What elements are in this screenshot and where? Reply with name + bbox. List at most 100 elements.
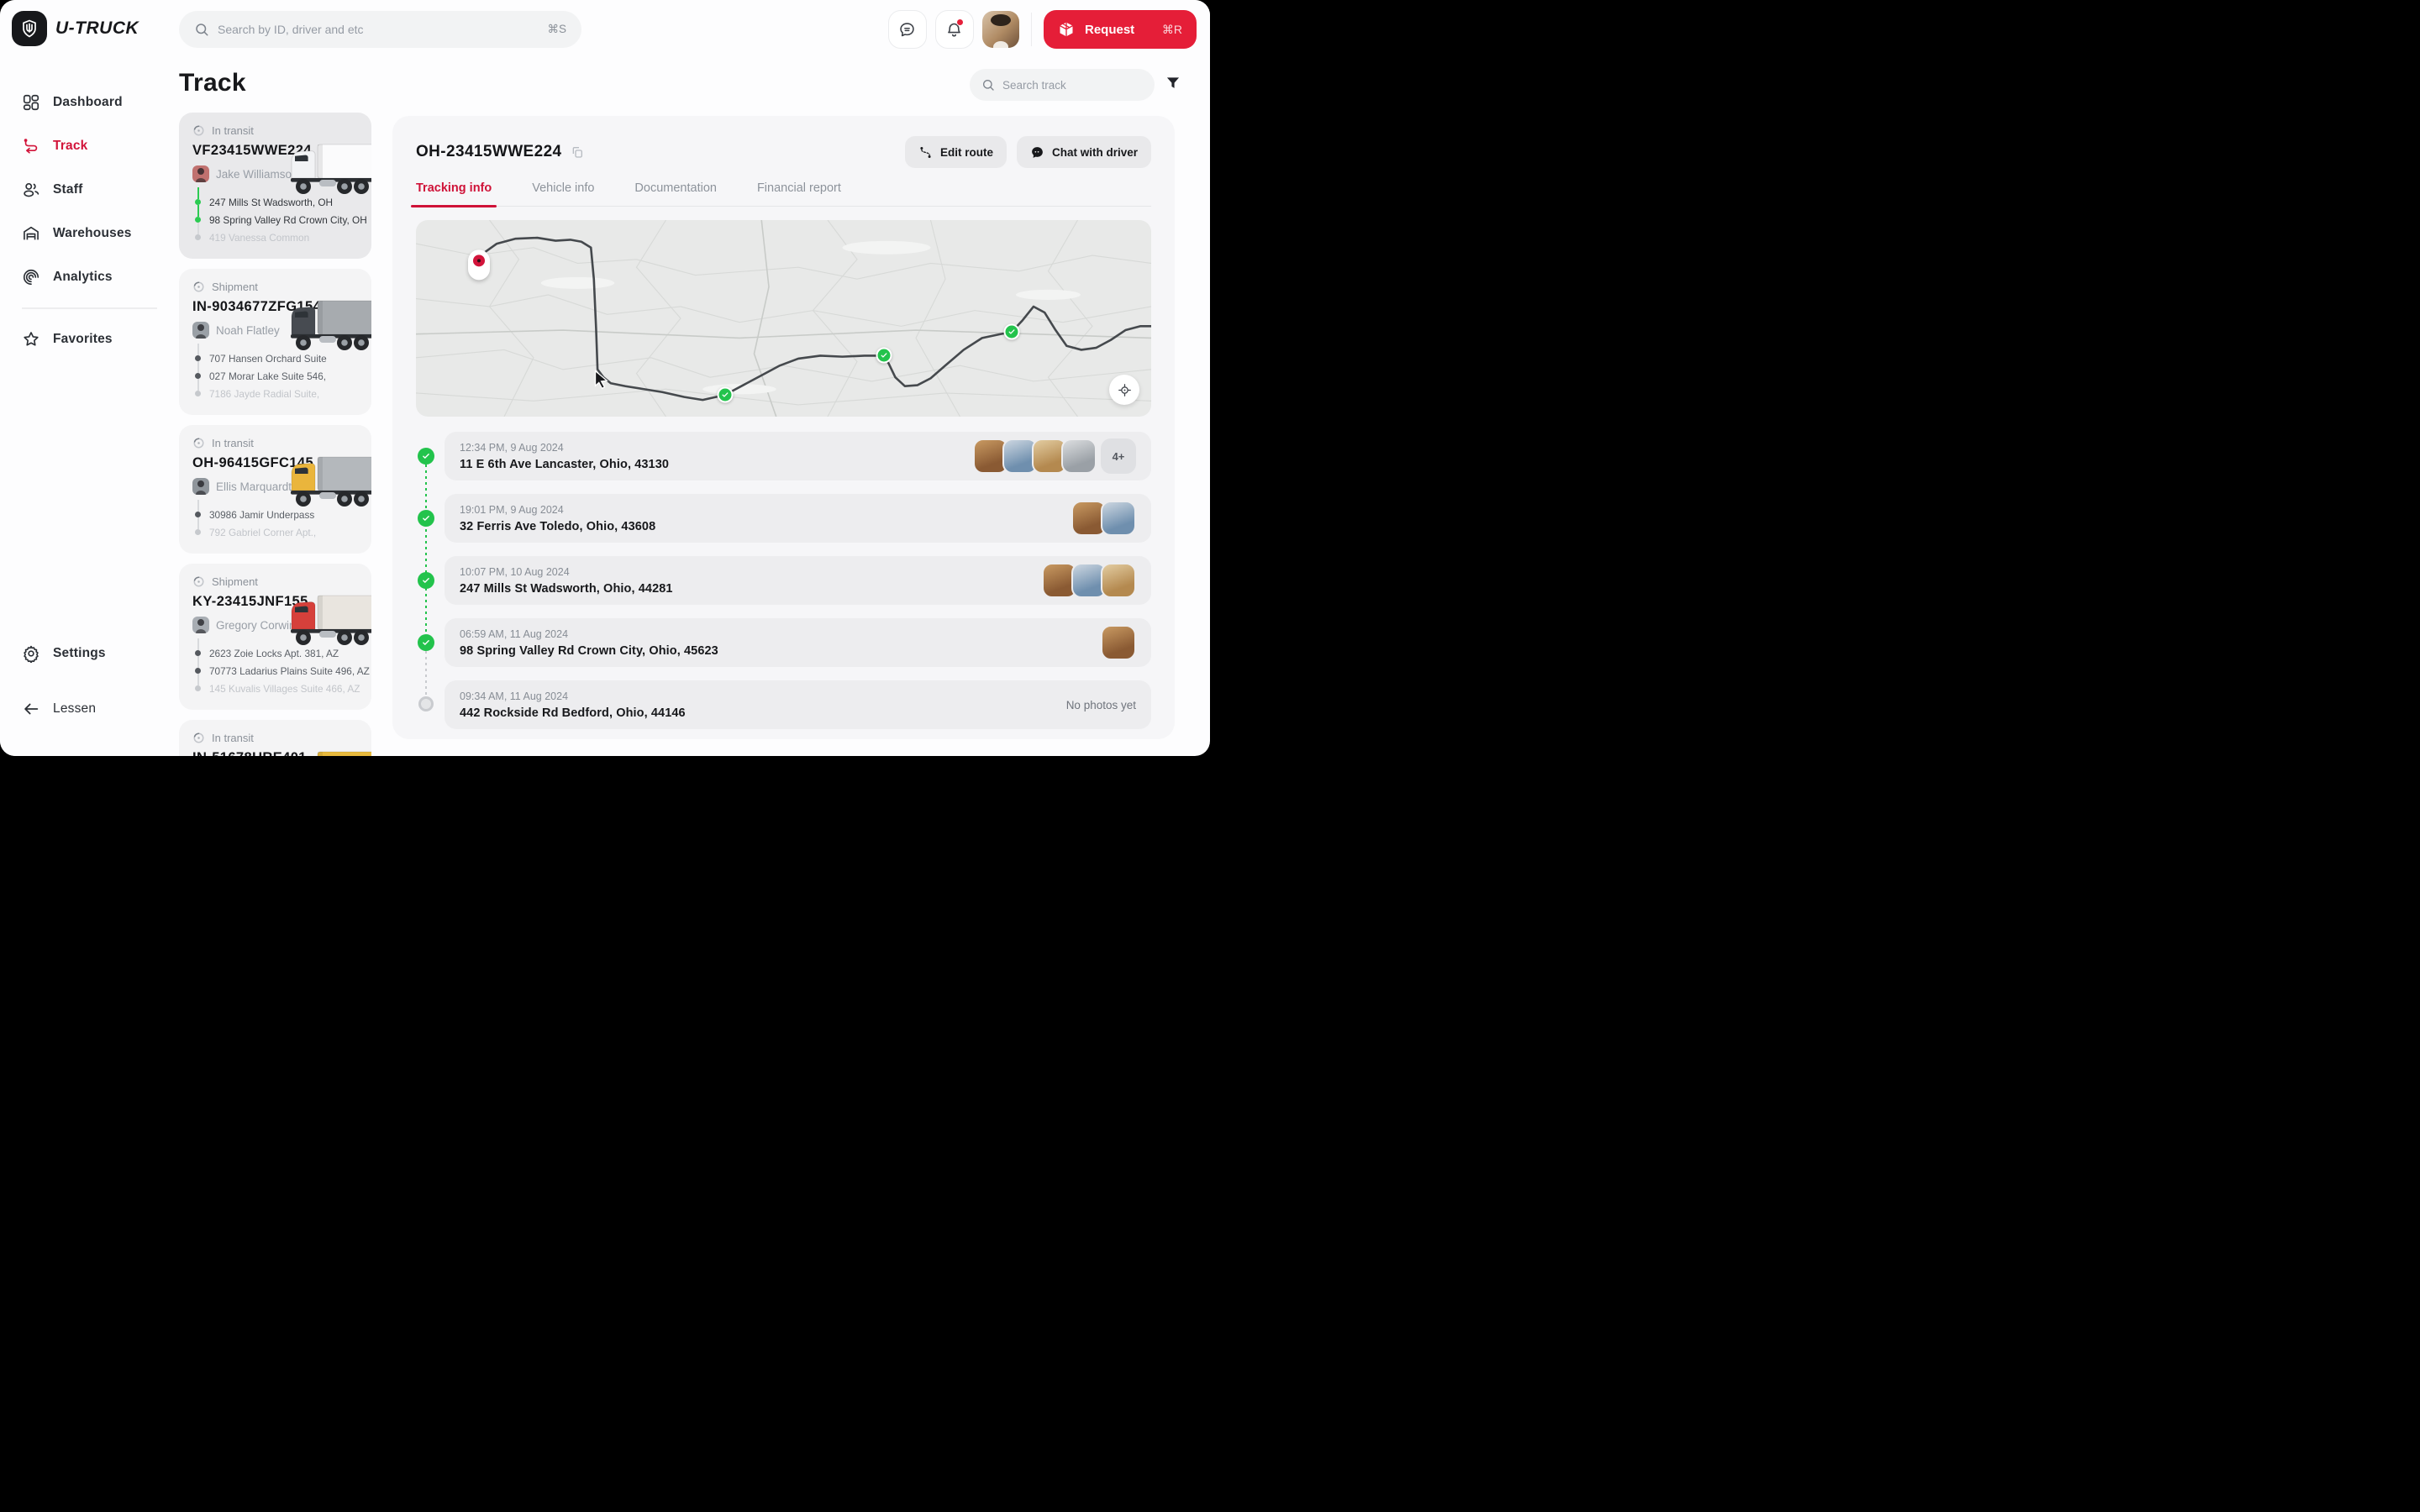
sidebar-item-label: Dashboard [53, 95, 123, 110]
detail-panel: OH-23415WWE224 Edit route Chat with driv… [392, 116, 1175, 739]
timeline-address: 247 Mills St Wadsworth, Ohio, 44281 [460, 582, 673, 596]
sidebar-item-analytics[interactable]: Analytics [0, 255, 179, 299]
sidebar-divider [22, 307, 157, 309]
sidebar-item-dashboard[interactable]: Dashboard [0, 81, 179, 124]
detail-actions: Edit route Chat with driver [905, 136, 1151, 168]
map-roads [416, 220, 1151, 417]
crosshair-icon [1118, 383, 1132, 397]
shipment-card[interactable]: Shipment IN-9034677ZFG154 Noah Flatley 7… [179, 269, 371, 415]
shipment-card[interactable]: Shipment KY-23415JNF155 Gregory Corwin 2… [179, 564, 371, 710]
timeline-check-icon [418, 572, 434, 589]
sidebar-collapse[interactable]: Lessen [0, 687, 179, 731]
timeline-connector-pending [425, 651, 427, 696]
sidebar-item-warehouses[interactable]: Warehouses [0, 212, 179, 255]
truck-image [279, 143, 371, 198]
sidebar-item-favorites[interactable]: Favorites [0, 318, 179, 361]
driver-avatar [192, 322, 209, 339]
global-search[interactable]: ⌘S [179, 11, 581, 48]
tab-documentation[interactable]: Documentation [634, 181, 717, 206]
track-search-input[interactable] [1002, 79, 1143, 92]
stops-list: 2623 Zoie Locks Apt. 381, AZ70773 Ladari… [192, 644, 358, 697]
sidebar-item-staff[interactable]: Staff [0, 168, 179, 212]
status-ring-icon [192, 124, 205, 137]
stop-row: 145 Kuvalis Villages Suite 466, AZ [192, 680, 358, 697]
stop-connector [197, 638, 199, 650]
timeline-entry[interactable]: 09:34 AM, 11 Aug 2024 442 Rockside Rd Be… [445, 680, 1151, 729]
notifications-button[interactable] [935, 10, 974, 49]
timeline-connector-done [425, 465, 427, 634]
chat-bubble-icon [898, 21, 916, 39]
stop-dot [195, 217, 201, 223]
route-path [479, 238, 1151, 400]
shipment-card[interactable]: In transit IN-51678URE401 Jake Williamso… [179, 720, 371, 756]
sidebar-item-label: Track [53, 139, 88, 154]
tab-vehicle-info[interactable]: Vehicle info [532, 181, 594, 206]
route-map[interactable] [416, 220, 1151, 417]
app-window: U-TRUCK ⌘S Request ⌘R DashboardTr [0, 0, 1210, 756]
timeline-entry[interactable]: 06:59 AM, 11 Aug 2024 98 Spring Valley R… [445, 618, 1151, 667]
timeline-entry-text: 19:01 PM, 9 Aug 2024 32 Ferris Ave Toled… [460, 504, 655, 533]
stop-dot [195, 391, 201, 396]
checkpoint-photo[interactable] [1101, 563, 1136, 598]
tab-financial-report[interactable]: Financial report [757, 181, 841, 206]
stop-dot [195, 529, 201, 535]
request-button[interactable]: Request ⌘R [1044, 10, 1197, 49]
shipment-card[interactable]: In transit OH-96415GFC145 Ellis Marquard… [179, 425, 371, 554]
timeline-entry[interactable]: 12:34 PM, 9 Aug 2024 11 E 6th Ave Lancas… [445, 432, 1151, 480]
chat-with-driver-label: Chat with driver [1052, 146, 1138, 159]
timeline-time: 06:59 AM, 11 Aug 2024 [460, 628, 718, 640]
stop-row: 792 Gabriel Corner Apt., [192, 523, 358, 541]
driver-avatar [192, 165, 209, 182]
staff-icon [22, 181, 40, 199]
stop-row: 027 Morar Lake Suite 546, [192, 367, 358, 385]
stop-address: 419 Vanessa Common [209, 232, 309, 244]
timeline-entry[interactable]: 19:01 PM, 9 Aug 2024 32 Ferris Ave Toled… [445, 494, 1151, 543]
timeline-address: 98 Spring Valley Rd Crown City, Ohio, 45… [460, 644, 718, 658]
sidebar-item-settings[interactable]: Settings [0, 632, 179, 675]
status-label: In transit [212, 124, 254, 137]
stop-address: 98 Spring Valley Rd Crown City, OH [209, 214, 367, 226]
shipment-card[interactable]: In transit VF23415WWE224 Jake Williamson… [179, 113, 371, 259]
more-photos-badge[interactable]: 4+ [1101, 438, 1136, 474]
checkpoint-photo[interactable] [1101, 501, 1136, 536]
truck-image [279, 299, 371, 354]
locate-button[interactable] [1109, 375, 1139, 405]
stop-dot [195, 685, 201, 691]
status-label: In transit [212, 732, 254, 744]
stop-dot [195, 234, 201, 240]
status-label: In transit [212, 437, 254, 449]
filter-button[interactable] [1165, 75, 1185, 95]
checkpoint-photo[interactable] [1061, 438, 1097, 474]
track-search[interactable] [970, 69, 1155, 101]
settings-label: Settings [53, 646, 106, 661]
stop-dot [195, 668, 201, 674]
sidebar-item-label: Analytics [53, 270, 113, 285]
truck-image [279, 750, 371, 756]
stops-list: 247 Mills St Wadsworth, OH98 Spring Vall… [192, 193, 358, 246]
checkpoint-photo[interactable] [1101, 625, 1136, 660]
driver-avatar [192, 478, 209, 495]
sidebar-item-track[interactable]: Track [0, 124, 179, 168]
messages-button[interactable] [888, 10, 927, 49]
timeline-entry-text: 12:34 PM, 9 Aug 2024 11 E 6th Ave Lancas… [460, 442, 669, 471]
user-avatar[interactable] [982, 11, 1019, 48]
timeline-entry[interactable]: 10:07 PM, 10 Aug 2024 247 Mills St Wadsw… [445, 556, 1151, 605]
shipment-status: Shipment [192, 281, 358, 293]
cursor-pointer [592, 370, 611, 390]
stops-list: 30986 Jamir Underpass792 Gabriel Corner … [192, 506, 358, 541]
star-icon [22, 330, 40, 349]
global-search-input[interactable] [218, 23, 539, 36]
timeline-pending-dot [418, 696, 434, 711]
chat-with-driver-button[interactable]: Chat with driver [1017, 136, 1151, 168]
search-shortcut: ⌘S [547, 23, 566, 36]
sidebar-item-label: Warehouses [53, 226, 132, 241]
truck-image [279, 594, 371, 649]
edit-route-button[interactable]: Edit route [905, 136, 1007, 168]
timeline-address: 442 Rockside Rd Bedford, Ohio, 44146 [460, 706, 686, 720]
logo-icon [12, 11, 47, 46]
copy-icon[interactable] [571, 145, 584, 159]
truck-illustration [279, 750, 371, 756]
tab-tracking-info[interactable]: Tracking info [416, 181, 492, 206]
top-right-cluster: Request ⌘R [888, 10, 1197, 49]
stop-row: 7186 Jayde Radial Suite, [192, 385, 358, 402]
